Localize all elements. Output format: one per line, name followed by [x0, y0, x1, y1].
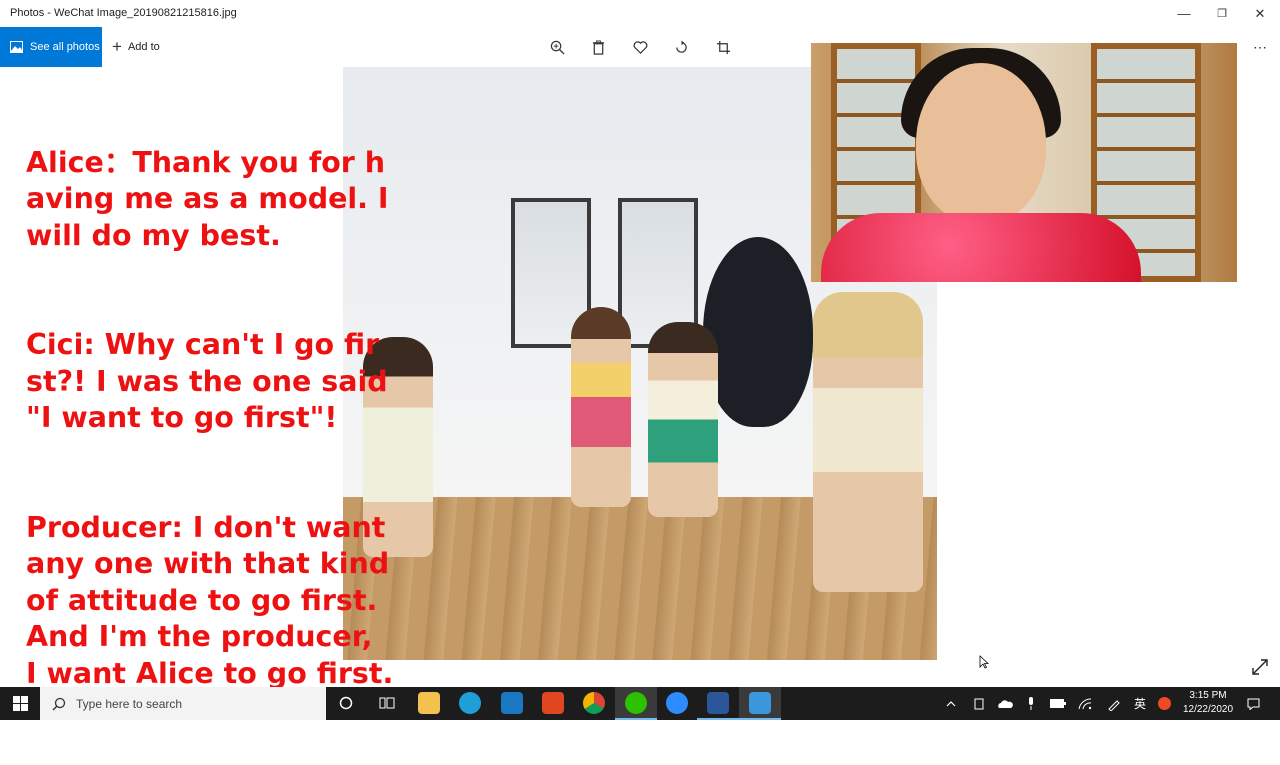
zoom-icon	[550, 40, 565, 55]
onedrive-icon[interactable]	[995, 687, 1015, 720]
favorite-button[interactable]	[630, 37, 650, 57]
mouse-cursor-icon	[979, 655, 989, 669]
task-view-icon[interactable]	[376, 692, 398, 714]
ime-indicator[interactable]: 英	[1131, 687, 1149, 720]
word-icon[interactable]	[707, 692, 729, 714]
rotate-icon	[675, 39, 687, 53]
cortana-icon[interactable]	[335, 692, 357, 714]
chrome-icon[interactable]	[583, 692, 605, 714]
battery-icon[interactable]	[1048, 687, 1068, 720]
wechat-icon[interactable]	[625, 692, 647, 714]
favorite-icon	[633, 40, 647, 54]
file-explorer-icon[interactable]	[418, 692, 440, 714]
add-to-button[interactable]: + Add to	[112, 27, 160, 67]
clock-time: 3:15 PM	[1189, 690, 1227, 701]
rotate-button[interactable]	[671, 37, 691, 57]
tray-chevron-icon[interactable]	[942, 687, 960, 720]
photos-icon[interactable]	[749, 692, 771, 714]
expand-button[interactable]	[1251, 658, 1269, 676]
photo-child-4	[813, 292, 923, 592]
plus-icon: +	[112, 37, 122, 56]
mail-icon[interactable]	[501, 692, 523, 714]
microphone-icon[interactable]	[1022, 687, 1040, 720]
start-button[interactable]	[0, 687, 40, 720]
see-all-photos-button[interactable]: See all photos	[0, 27, 102, 67]
office-icon[interactable]	[542, 692, 564, 714]
photo-child-2	[571, 307, 631, 507]
photo-child-3	[648, 322, 718, 517]
see-all-photos-label: See all photos	[30, 41, 100, 53]
clock[interactable]: 3:15 PM 12/22/2020	[1176, 689, 1240, 717]
search-placeholder: Type here to search	[76, 696, 183, 711]
close-button[interactable]: ✕	[1241, 0, 1279, 27]
pen-icon[interactable]	[1104, 687, 1124, 720]
taskbar-search-box[interactable]: Type here to search	[40, 687, 326, 720]
delete-icon	[592, 39, 604, 55]
webcam-face	[916, 63, 1046, 223]
caption-producer: Producer: I don't want any one with that…	[26, 510, 394, 690]
clock-date: 12/22/2020	[1182, 704, 1234, 715]
window-title: Photos - WeChat Image_20190821215816.jpg	[10, 7, 237, 19]
zoom-button[interactable]	[547, 37, 567, 57]
edge-icon[interactable]	[459, 692, 481, 714]
photo-umbrella	[703, 237, 813, 427]
crop-icon	[716, 40, 730, 54]
search-icon	[52, 697, 66, 710]
wifi-icon[interactable]	[1076, 687, 1094, 720]
maximize-button[interactable]: ❐	[1203, 0, 1241, 27]
crop-button[interactable]	[713, 37, 733, 57]
webcam-shirt	[821, 213, 1141, 282]
minimize-button[interactable]: —	[1165, 0, 1203, 27]
webcam-overlay	[811, 43, 1237, 282]
sogou-icon[interactable]	[1155, 687, 1173, 720]
caption-cici: Cici: Why can't I go fir st?! I was the …	[26, 328, 388, 434]
windows-logo-icon	[12, 696, 28, 711]
add-to-label: Add to	[127, 41, 160, 53]
delete-button[interactable]	[588, 37, 608, 57]
caption-text: Alice：Thank you for h aving me as a mode…	[26, 108, 446, 765]
more-options-button[interactable]: ⋯	[1250, 37, 1270, 57]
tray-device-icon[interactable]	[970, 687, 988, 720]
notifications-icon[interactable]	[1244, 687, 1262, 720]
taskbar: Type here to search 英 3:15 PM 12/22/2020	[0, 687, 1280, 720]
zoom-app-icon[interactable]	[666, 692, 688, 714]
caption-alice: Alice：Thank you for h aving me as a mode…	[26, 145, 389, 252]
expand-icon	[1252, 659, 1268, 675]
photos-icon	[10, 41, 23, 53]
title-bar: Photos - WeChat Image_20190821215816.jpg…	[0, 0, 1280, 27]
